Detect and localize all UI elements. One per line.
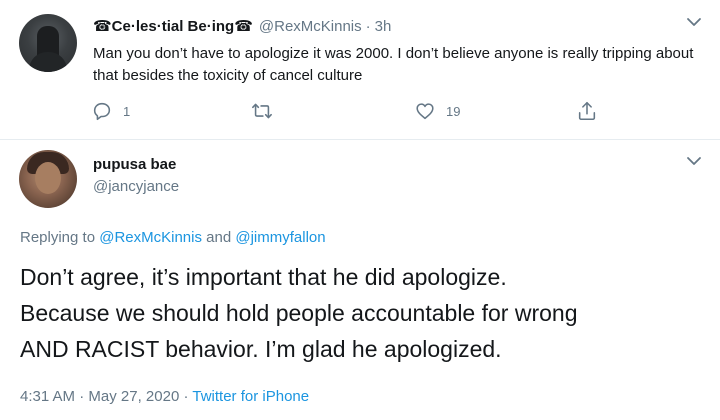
- heart-icon: [416, 103, 434, 120]
- mention-link[interactable]: @RexMcKinnis: [99, 229, 202, 246]
- tweet-text-line: AND RACIST behavior. I’m glad he apologi…: [20, 336, 502, 362]
- avatar[interactable]: [19, 150, 77, 208]
- reply-count: 1: [123, 103, 131, 119]
- avatar[interactable]: [19, 14, 77, 72]
- action-bar: 1 19: [0, 100, 720, 128]
- mention-link[interactable]: @jimmyfallon: [235, 229, 325, 246]
- reply-icon: [93, 102, 111, 121]
- display-name[interactable]: pupusa bae: [93, 156, 176, 173]
- chevron-down-icon[interactable]: [686, 156, 702, 166]
- reply-header: ☎Ce·les·tial Be·ing☎ @RexMcKinnis · 3h: [93, 17, 392, 36]
- chevron-down-icon[interactable]: [686, 17, 702, 27]
- separator: ·: [183, 388, 189, 405]
- like-count: 19: [446, 103, 461, 119]
- replying-to: Replying to @RexMcKinnis and @jimmyfallo…: [20, 229, 326, 246]
- display-name[interactable]: ☎Ce·les·tial Be·ing☎: [93, 17, 253, 35]
- avatar-face: [35, 162, 61, 194]
- reply-button[interactable]: 1: [91, 100, 130, 122]
- tweet-text-line: Because we should hold people accountabl…: [20, 300, 578, 326]
- share-icon: [578, 101, 596, 121]
- retweet-button[interactable]: [251, 100, 283, 122]
- separator: ·: [365, 17, 371, 35]
- reply-tweet[interactable]: ☎Ce·les·tial Be·ing☎ @RexMcKinnis · 3h M…: [0, 0, 720, 140]
- retweet-icon: [252, 103, 272, 119]
- avatar-shoulders: [29, 52, 67, 72]
- handle[interactable]: @RexMcKinnis: [259, 18, 362, 35]
- handle[interactable]: @jancyjance: [93, 178, 179, 195]
- tweet-time[interactable]: 4:31 AM: [20, 388, 75, 405]
- like-button[interactable]: 19: [414, 100, 460, 122]
- replying-and: and: [206, 229, 232, 246]
- share-button[interactable]: [576, 100, 598, 122]
- tweet-source[interactable]: Twitter for iPhone: [192, 388, 309, 405]
- separator: ·: [79, 388, 85, 405]
- tweet-text: Man you don’t have to apologize it was 2…: [93, 45, 694, 84]
- tweet-date[interactable]: May 27, 2020: [88, 388, 179, 405]
- tweet-text: Don’t agree, it’s important that he did …: [20, 259, 710, 367]
- timestamp[interactable]: 3h: [375, 18, 392, 35]
- tweet-meta: 4:31 AM · May 27, 2020 · Twitter for iPh…: [20, 388, 309, 405]
- replying-prefix: Replying to: [20, 229, 96, 246]
- main-tweet: pupusa bae @jancyjance Replying to @RexM…: [0, 141, 720, 420]
- tweet-text-line: Don’t agree, it’s important that he did …: [20, 264, 507, 290]
